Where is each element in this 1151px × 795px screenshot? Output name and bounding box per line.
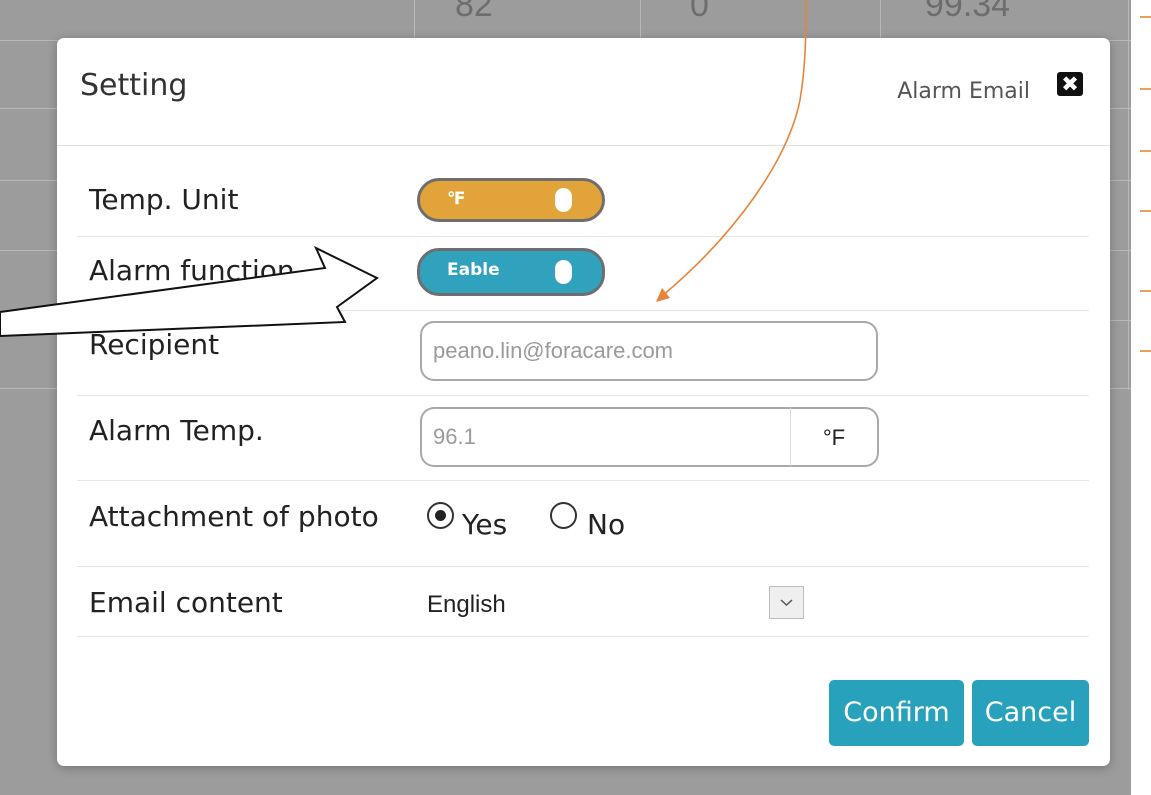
alarm-toggle-text: Eable	[447, 260, 500, 280]
attachment-yes-radio[interactable]	[427, 502, 454, 529]
temp-unit-label: Temp. Unit	[89, 183, 239, 216]
alarm-temp-input[interactable]: 96.1	[420, 407, 791, 467]
edge-mark	[1140, 88, 1151, 90]
settings-dialog: Setting Alarm Email ✖ Temp. Unit ℉ Alarm…	[57, 38, 1110, 766]
temp-unit-toggle[interactable]: ℉	[417, 178, 605, 222]
recipient-email-input[interactable]: peano.lin@foracare.com	[420, 321, 878, 381]
attachment-row: Attachment of photo Yes No	[77, 480, 1089, 567]
background-cell: 99.34	[925, 0, 1011, 24]
background-cell: 0	[690, 0, 709, 24]
dialog-header: Setting Alarm Email ✖	[57, 38, 1110, 146]
attachment-yes-label[interactable]: Yes	[462, 508, 507, 541]
recipient-label: Recipient	[89, 328, 220, 361]
edge-mark	[1140, 150, 1151, 152]
close-icon: ✖	[1061, 72, 1079, 96]
edge-mark	[1140, 210, 1151, 212]
alarm-function-toggle[interactable]: Eable	[417, 248, 605, 296]
background-cell: 82	[455, 0, 493, 24]
recipient-row: Recipient peano.lin@foracare.com	[77, 310, 1089, 396]
attachment-no-radio[interactable]	[550, 502, 577, 529]
language-select[interactable]: English	[427, 591, 506, 619]
alarm-function-row: Alarm function Eable	[77, 236, 1089, 311]
email-content-label: Email content	[89, 586, 283, 619]
alarm-temp-label: Alarm Temp.	[89, 414, 264, 447]
temp-unit-row: Temp. Unit ℉	[77, 145, 1089, 237]
close-button[interactable]: ✖	[1057, 72, 1083, 96]
email-content-row: Email content English	[77, 566, 1089, 637]
attachment-label: Attachment of photo	[89, 500, 379, 533]
fahrenheit-icon: ℉	[447, 189, 466, 209]
page-edge	[1131, 0, 1151, 795]
radio-selected-dot	[435, 510, 446, 521]
confirm-button[interactable]: Confirm	[829, 680, 964, 746]
edge-mark	[1140, 16, 1151, 18]
edge-mark	[1140, 350, 1151, 352]
alarm-temp-row: Alarm Temp. 96.1 °F	[77, 395, 1089, 481]
cancel-button[interactable]: Cancel	[972, 680, 1089, 746]
attachment-no-label[interactable]: No	[587, 508, 625, 541]
dialog-title: Setting	[80, 68, 188, 103]
alarm-email-label: Alarm Email	[897, 79, 1030, 104]
toggle-knob	[555, 188, 572, 212]
toggle-knob	[555, 260, 572, 284]
chevron-down-icon	[780, 599, 793, 607]
language-dropdown-button[interactable]	[769, 586, 804, 619]
alarm-function-label: Alarm function	[89, 254, 295, 287]
temp-unit-addon: °F	[791, 407, 879, 467]
edge-mark	[1140, 290, 1151, 292]
